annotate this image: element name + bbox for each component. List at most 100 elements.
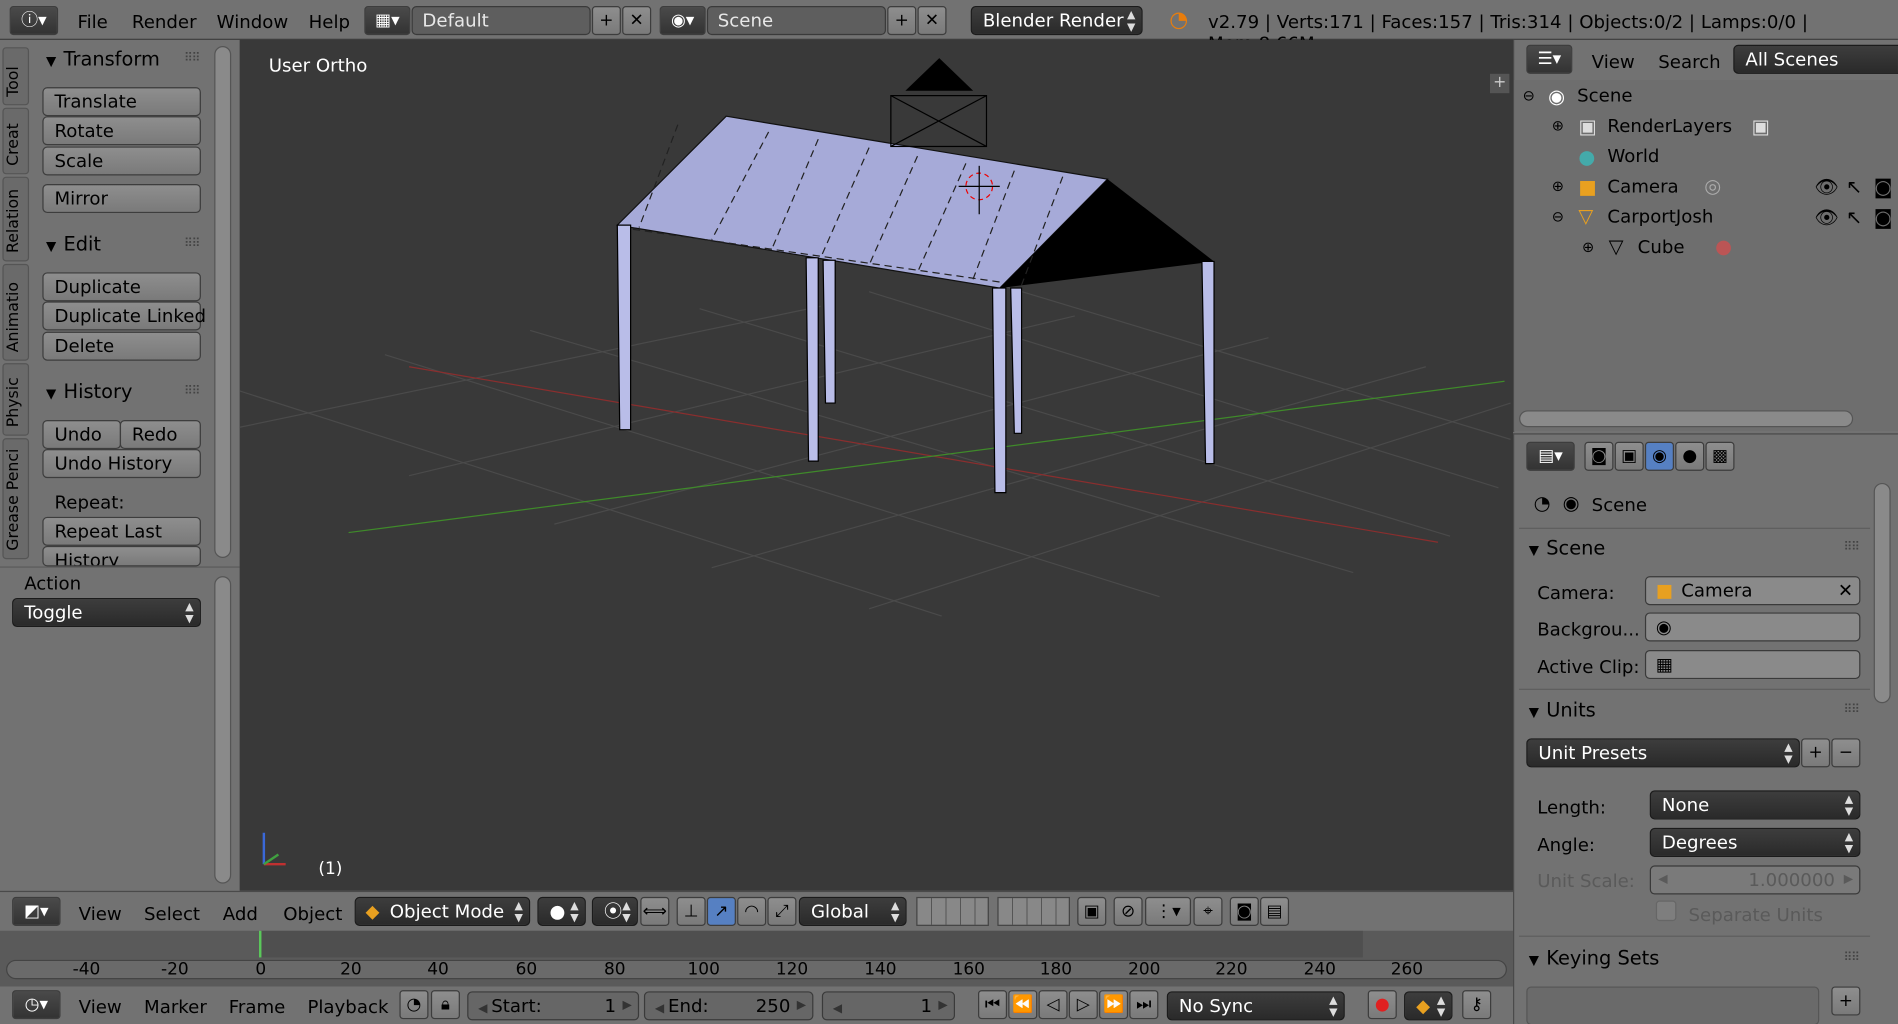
tab-tool[interactable]: Tool — [2, 47, 30, 106]
render-engine-select[interactable]: Blender Render ▲ ▼ — [970, 6, 1143, 36]
duplicate-linked-button[interactable]: Duplicate Linked — [42, 301, 206, 331]
remove-preset-icon[interactable]: − — [1831, 738, 1861, 768]
outliner-display-select[interactable]: All Scenes — [1733, 44, 1898, 74]
panel-grip-icon[interactable]: ⠿⠿ — [184, 52, 200, 65]
units-panel-header[interactable]: ▼ Units — [1529, 698, 1596, 721]
clear-camera-icon[interactable]: ✕ — [1838, 577, 1853, 604]
translate-manipulator-icon[interactable]: ↗ — [706, 896, 736, 926]
rotate-manipulator-icon[interactable]: ◠ — [737, 896, 767, 926]
tab-relations[interactable]: Relation — [2, 176, 30, 262]
menu-window[interactable]: Window — [217, 11, 289, 33]
render-opengl-icon[interactable]: ◙ — [1229, 896, 1259, 926]
timeline-menu-playback[interactable]: Playback — [307, 996, 388, 1018]
interaction-mode-select[interactable]: ◆ Object Mode ▲ ▼ — [354, 896, 531, 926]
sync-mode-select[interactable]: No Sync ▲ ▼ — [1166, 991, 1345, 1021]
undo-button[interactable]: Undo — [42, 420, 122, 450]
layout-name-field[interactable]: Default — [411, 6, 591, 36]
repeat-last-button[interactable]: Repeat Last — [42, 516, 201, 546]
start-frame-field[interactable]: ◀ Start: 1 ▶ — [467, 991, 640, 1021]
expand-toggle-icon[interactable]: ⊕ — [1552, 117, 1564, 134]
scale-manipulator-icon[interactable]: ⤢ — [767, 896, 797, 926]
properties-toggle-icon[interactable]: + — [1490, 73, 1510, 94]
expand-toggle-icon[interactable]: ⊕ — [1582, 238, 1594, 255]
editor-type-timeline-icon[interactable]: ◷▾ — [12, 990, 61, 1020]
delete-button[interactable]: Delete — [42, 331, 201, 361]
menu-view[interactable]: View — [79, 903, 122, 925]
snap-toggle-icon[interactable]: ⊘ — [1113, 896, 1143, 926]
visibility-eye-icon[interactable]: 👁︎ — [1814, 176, 1839, 199]
keying-set-select[interactable]: ◆ ▲ ▼ — [1404, 991, 1453, 1021]
tab-physics[interactable]: Physic — [2, 363, 30, 436]
add-preset-icon[interactable]: + — [1801, 738, 1831, 768]
current-frame-field[interactable]: ◀ 1 ▶ — [821, 991, 956, 1021]
outliner-menu-search[interactable]: Search — [1658, 51, 1720, 73]
rotate-button[interactable]: Rotate — [42, 116, 201, 146]
scale-button[interactable]: Scale — [42, 146, 201, 176]
scene-layers-grid-2[interactable] — [997, 896, 1070, 926]
outliner-item-renderlayers[interactable]: RenderLayers — [1607, 115, 1732, 137]
operator-scrollbar[interactable] — [214, 576, 232, 884]
3d-viewport[interactable]: User Ortho (1) + — [239, 39, 1514, 891]
jump-start-icon[interactable]: ⏮ — [978, 990, 1008, 1020]
expand-toggle-icon[interactable]: ⊖ — [1523, 87, 1535, 104]
transform-orientation-select[interactable]: Global ▲ ▼ — [798, 896, 907, 926]
menu-file[interactable]: File — [77, 11, 107, 33]
timeline-menu-marker[interactable]: Marker — [144, 996, 207, 1018]
background-scene-field[interactable]: ◉ — [1644, 612, 1861, 642]
timeline-menu-view[interactable]: View — [79, 996, 122, 1018]
menu-add[interactable]: Add — [223, 903, 258, 925]
pin-icon[interactable]: ◔ — [1534, 491, 1551, 514]
outliner-menu-view[interactable]: View — [1592, 51, 1635, 73]
menu-render[interactable]: Render — [132, 11, 197, 33]
panel-grip-icon[interactable]: ⠿⠿ — [1843, 703, 1859, 716]
renderable-camera-icon[interactable]: ◙ — [1874, 176, 1893, 199]
edit-panel-header[interactable]: ▼ Edit — [46, 232, 101, 255]
mirror-button[interactable]: Mirror — [42, 183, 201, 214]
outliner-item-scene[interactable]: Scene — [1577, 85, 1632, 107]
keying-sets-list[interactable] — [1526, 986, 1820, 1024]
texture-tab-icon[interactable]: ▩ — [1705, 441, 1735, 471]
layout-add-icon[interactable]: + — [591, 6, 621, 36]
panel-grip-icon[interactable]: ⠿⠿ — [184, 385, 200, 398]
render-animation-icon[interactable]: ▤ — [1260, 896, 1290, 926]
panel-grip-icon[interactable]: ⠿⠿ — [184, 237, 200, 250]
panel-grip-icon[interactable]: ⠿⠿ — [1843, 951, 1859, 964]
preview-range-icon[interactable]: ◔ — [399, 990, 429, 1020]
redo-button[interactable]: Redo — [119, 420, 201, 450]
lock-time-icon[interactable]: 🔒︎ — [430, 990, 460, 1020]
scene-name-field[interactable]: Scene — [706, 6, 887, 36]
auto-keying-icon[interactable]: ● — [1367, 990, 1397, 1020]
panel-grip-icon[interactable]: ⠿⠿ — [1843, 541, 1859, 554]
timeline-area[interactable] — [0, 930, 1513, 987]
jump-end-icon[interactable]: ⏭ — [1129, 990, 1159, 1020]
manipulator-toggle-icon[interactable]: ⟺ — [640, 896, 670, 926]
scene-browse-icon[interactable]: ◉▾ — [659, 6, 706, 36]
timeline-menu-frame[interactable]: Frame — [229, 996, 286, 1018]
snap-element-icon[interactable]: ⋮▾ — [1145, 896, 1192, 926]
renderable-camera-icon[interactable]: ◙ — [1874, 206, 1893, 229]
world-tab-icon[interactable]: ● — [1675, 441, 1705, 471]
properties-scrollbar[interactable] — [1873, 482, 1891, 704]
outliner-item-cube[interactable]: Cube — [1638, 236, 1685, 258]
undo-history-button[interactable]: Undo History — [42, 449, 201, 479]
angle-unit-select[interactable]: Degrees ▲ ▼ — [1649, 827, 1861, 857]
outliner-item-carportjosh[interactable]: CarportJosh — [1607, 206, 1713, 228]
render-tab-icon[interactable]: ◙ — [1584, 441, 1614, 471]
layout-close-icon[interactable]: ✕ — [622, 6, 652, 36]
length-unit-select[interactable]: None ▲ ▼ — [1649, 790, 1861, 820]
transform-panel-header[interactable]: ▼ Transform — [46, 47, 160, 70]
menu-help[interactable]: Help — [309, 11, 350, 33]
jump-keyframe-forward-icon[interactable]: ⏩ — [1099, 990, 1129, 1020]
viewport-shading-select[interactable]: ● ▲ ▼ — [537, 896, 586, 926]
tab-grease-pencil[interactable]: Grease Penci — [2, 438, 30, 560]
jump-keyframe-back-icon[interactable]: ⏪ — [1008, 990, 1038, 1020]
action-select[interactable]: Toggle ▲ ▼ — [12, 597, 201, 627]
tool-shelf-scrollbar[interactable] — [214, 45, 232, 558]
add-keying-set-icon[interactable]: + — [1831, 986, 1861, 1016]
selectable-cursor-icon[interactable]: ↖ — [1846, 206, 1862, 229]
play-reverse-icon[interactable]: ◁ — [1038, 990, 1068, 1020]
editor-type-properties-icon[interactable]: ▤▾ — [1526, 441, 1575, 471]
current-frame-indicator[interactable] — [259, 930, 262, 958]
end-frame-field[interactable]: ◀ End: 250 ▶ — [643, 991, 814, 1021]
menu-select[interactable]: Select — [144, 903, 200, 925]
